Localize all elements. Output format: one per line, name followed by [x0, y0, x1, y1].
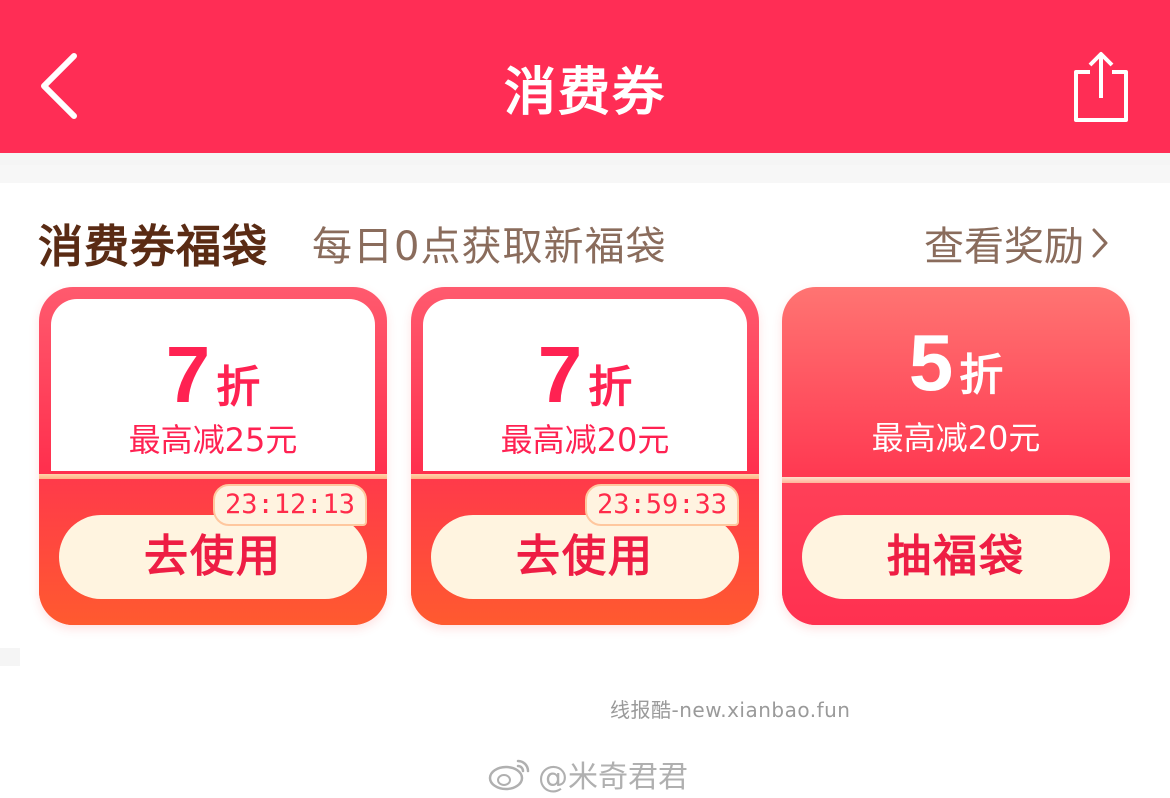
share-icon [1074, 52, 1128, 122]
discount-unit: 折 [959, 350, 1004, 401]
discount-number: 7 [165, 330, 211, 419]
share-button[interactable] [1068, 50, 1134, 124]
discount-unit: 折 [216, 362, 261, 413]
discount-number: 5 [908, 318, 954, 407]
lucky-bag-card: 5折 最高减20元 抽福袋 [782, 287, 1130, 625]
section-title: 消费券福袋 [38, 220, 269, 273]
author-watermark: @米奇君君 [488, 752, 688, 796]
chevron-right-icon [1092, 228, 1108, 258]
discount-value: 7折 [39, 329, 387, 421]
discount-number: 7 [537, 330, 583, 419]
weibo-logo-icon [488, 759, 530, 791]
divider-nub [0, 648, 20, 666]
coupon-card: 7折 最高减20元 去使用 23:59:33 [411, 287, 759, 625]
page-title: 消费券 [503, 63, 666, 123]
discount-value: 7折 [411, 329, 759, 421]
use-coupon-button[interactable]: 去使用 [59, 515, 367, 599]
discount-cap: 最高减20元 [871, 419, 1041, 457]
view-rewards-link[interactable]: 查看奖励 [924, 214, 1110, 272]
author-label: @米奇君君 [538, 760, 688, 795]
discount-unit: 折 [588, 362, 633, 413]
section-subtitle: 每日0点获取新福袋 [312, 224, 667, 270]
section-divider [0, 153, 1170, 183]
view-rewards-label: 查看奖励 [924, 224, 1084, 270]
countdown-timer: 23:59:33 [584, 484, 739, 526]
draw-lucky-bag-button[interactable]: 抽福袋 [802, 515, 1110, 599]
top-bar: 消费券 [0, 0, 1170, 153]
countdown-timer: 23:12:13 [212, 484, 367, 526]
site-watermark: 线报酷-new.xianbao.fun [610, 698, 851, 722]
use-coupon-button[interactable]: 去使用 [431, 515, 739, 599]
discount-value: 5折 [782, 317, 1130, 409]
coupon-card: 7折 最高减25元 去使用 23:12:13 [39, 287, 387, 625]
discount-cap: 最高减25元 [128, 421, 298, 459]
discount-cap: 最高减20元 [500, 421, 670, 459]
